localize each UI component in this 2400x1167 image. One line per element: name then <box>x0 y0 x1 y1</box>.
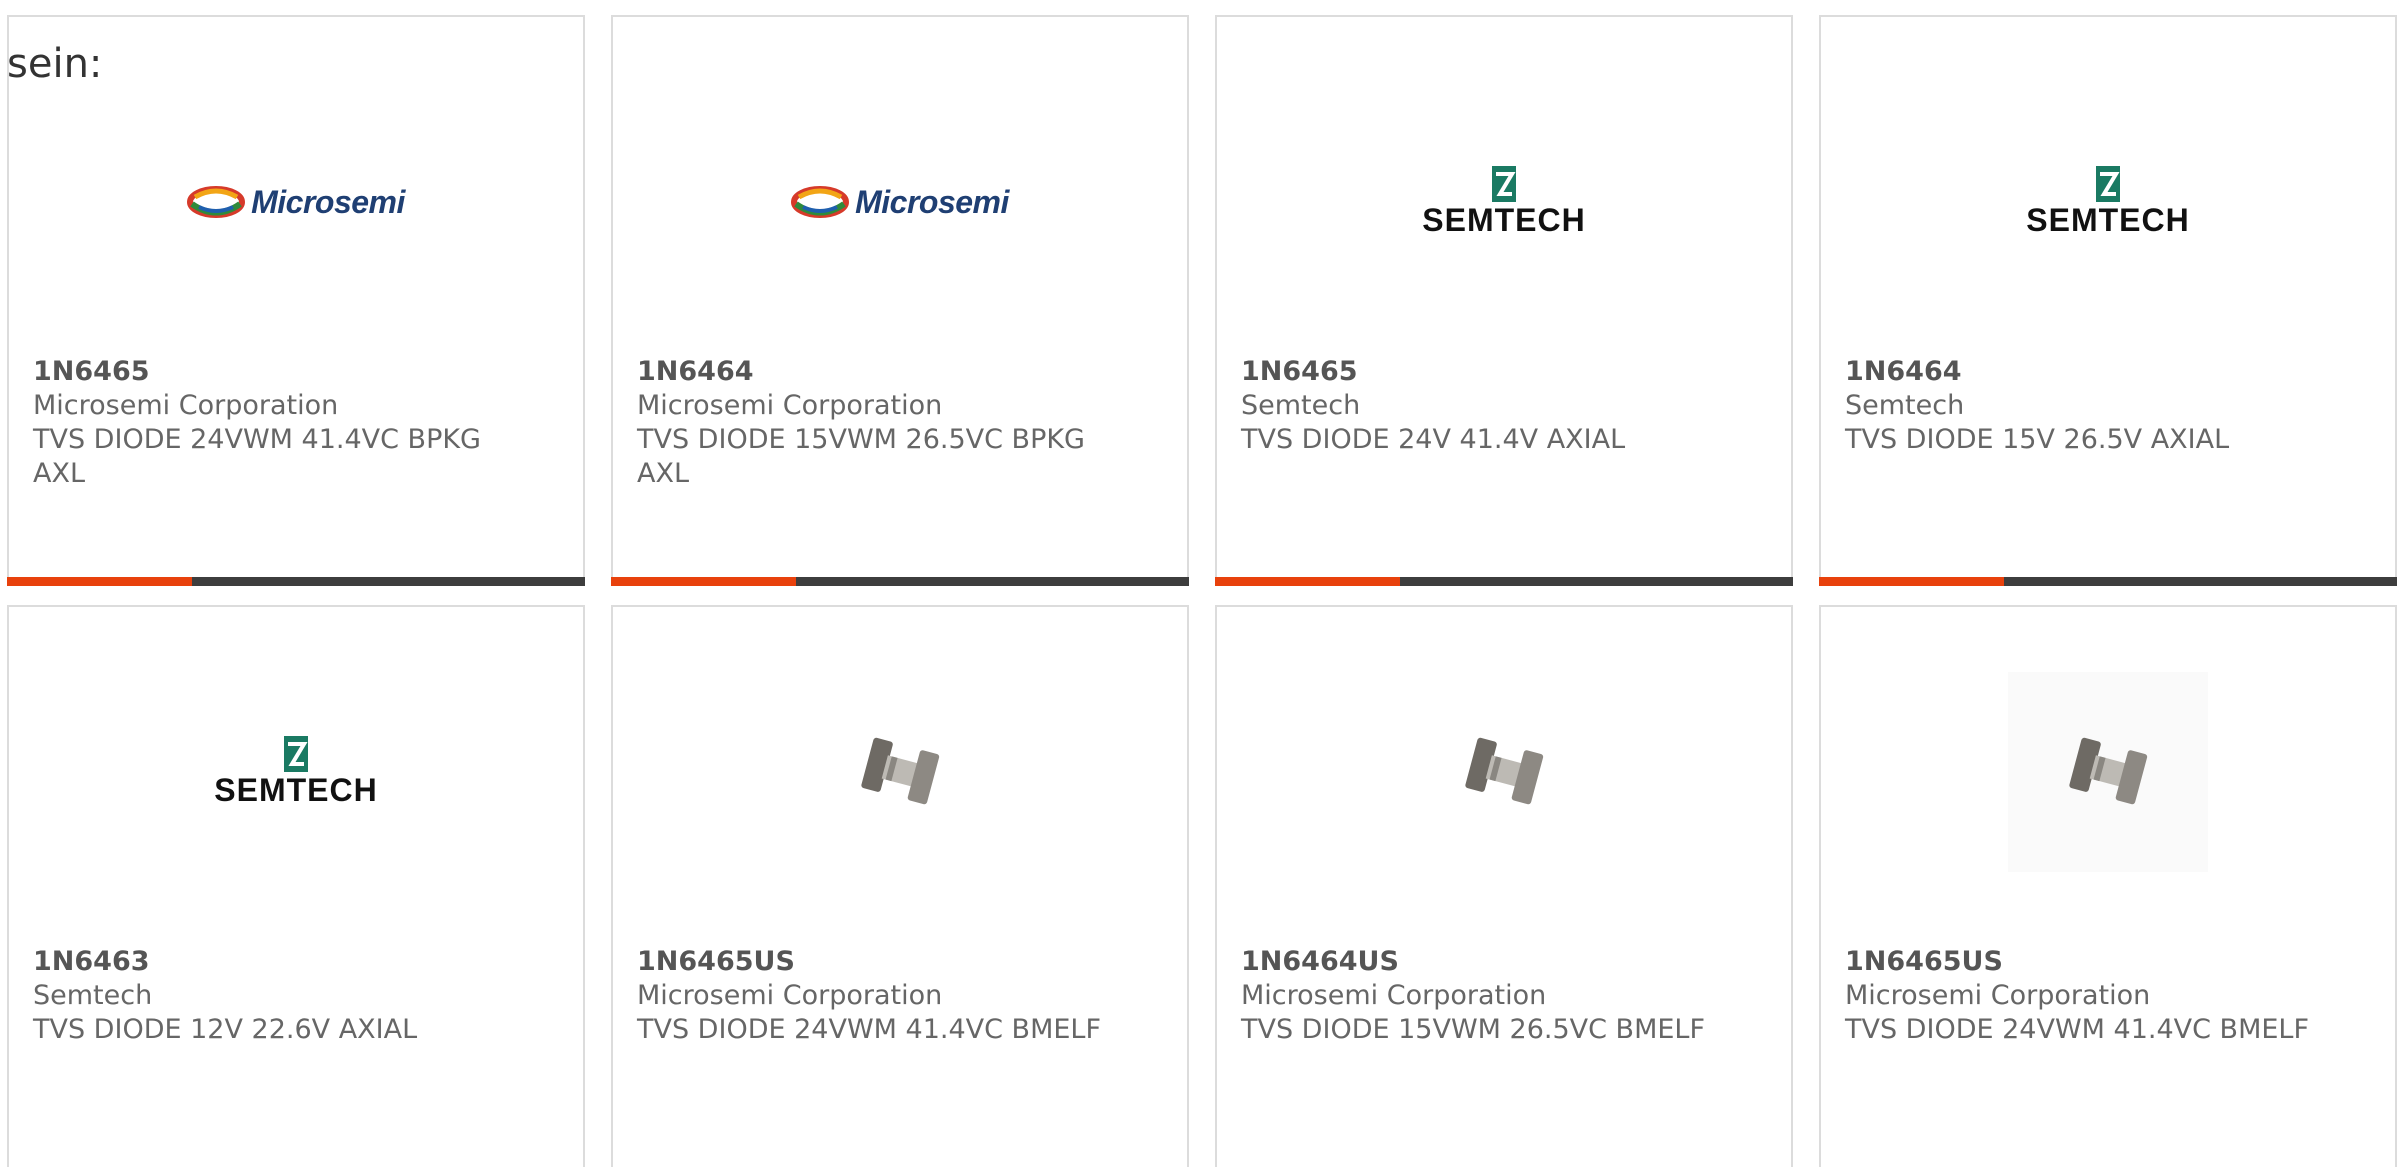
product-card[interactable]: SEMTECH 1N6464 Semtech TVS DIODE 15V 26.… <box>1819 15 2397 586</box>
product-card[interactable]: Microsemi 1N6465 Microsemi Corporation T… <box>7 15 585 586</box>
card-text: 1N6465 Semtech TVS DIODE 24V 41.4V AXIAL <box>1241 355 1731 457</box>
manufacturer: Microsemi Corporation <box>33 390 339 421</box>
product-card[interactable]: SEMTECH 1N6465 Semtech TVS DIODE 24V 41.… <box>1215 15 1793 586</box>
semtech-mark-icon <box>283 735 308 772</box>
product-card[interactable]: 1N6465US Microsemi Corporation TVS DIODE… <box>611 605 1189 1167</box>
part-number-link[interactable]: 1N6465 <box>33 355 523 389</box>
part-number-link[interactable]: 1N6464US <box>1241 945 1731 979</box>
card-text: 1N6463 Semtech TVS DIODE 12V 22.6V AXIAL <box>33 945 523 1047</box>
semtech-logo: SEMTECH <box>214 735 378 809</box>
card-text: 1N6465 Microsemi Corporation TVS DIODE 2… <box>33 355 523 491</box>
manufacturer: Microsemi Corporation <box>637 390 943 421</box>
card-text: 1N6465US Microsemi Corporation TVS DIODE… <box>637 945 1127 1047</box>
product-card[interactable]: 1N6465US Microsemi Corporation TVS DIODE… <box>1819 605 2397 1167</box>
part-number-link[interactable]: 1N6465 <box>1241 355 1731 389</box>
part-number-link[interactable]: 1N6465US <box>1845 945 2335 979</box>
semtech-logo: SEMTECH <box>2026 165 2190 239</box>
product-card[interactable]: 1N6464US Microsemi Corporation TVS DIODE… <box>1215 605 1793 1167</box>
semtech-mark-icon <box>2095 165 2120 202</box>
microsemi-swirl-icon <box>791 186 850 218</box>
logo-text: SEMTECH <box>1422 201 1586 238</box>
microsemi-swirl-icon <box>187 186 246 218</box>
semtech-mark-icon <box>1491 165 1516 202</box>
progress-bar <box>7 577 585 586</box>
diode-icon <box>1465 737 1544 805</box>
intro-text: sein: <box>7 41 103 87</box>
description: TVS DIODE 24V 41.4V AXIAL <box>1241 424 1626 455</box>
product-image: Microsemi <box>613 137 1187 267</box>
page: sein: Microsemi 1N6465 Microsemi Corpora… <box>0 0 2400 1167</box>
description: TVS DIODE 24VWM 41.4VC BMELF <box>1845 1014 2309 1045</box>
logo-text: SEMTECH <box>214 771 378 808</box>
manufacturer: Microsemi Corporation <box>1241 980 1547 1011</box>
logo-text: SEMTECH <box>2026 201 2190 238</box>
description: TVS DIODE 15VWM 26.5VC BPKG AXL <box>637 424 1085 489</box>
product-card[interactable]: Microsemi 1N6464 Microsemi Corporation T… <box>611 15 1189 586</box>
part-number-link[interactable]: 1N6464 <box>1845 355 2335 389</box>
product-image: SEMTECH <box>1821 137 2395 267</box>
description: TVS DIODE 24VWM 41.4VC BMELF <box>637 1014 1101 1045</box>
product-image: SEMTECH <box>9 707 583 837</box>
description: TVS DIODE 12V 22.6V AXIAL <box>33 1014 418 1045</box>
part-number-link[interactable]: 1N6463 <box>33 945 523 979</box>
manufacturer: Semtech <box>1845 390 1965 421</box>
product-image <box>613 707 1187 837</box>
microsemi-logo: Microsemi <box>791 184 1009 221</box>
product-image: Microsemi <box>9 137 583 267</box>
diode-component-image <box>1404 672 1604 872</box>
manufacturer: Microsemi Corporation <box>1845 980 2151 1011</box>
card-text: 1N6464US Microsemi Corporation TVS DIODE… <box>1241 945 1731 1047</box>
semtech-logo: SEMTECH <box>1422 165 1586 239</box>
description: TVS DIODE 24VWM 41.4VC BPKG AXL <box>33 424 481 489</box>
diode-component-image <box>2008 672 2208 872</box>
product-image: SEMTECH <box>1217 137 1791 267</box>
manufacturer: Semtech <box>1241 390 1361 421</box>
product-image <box>1217 707 1791 837</box>
progress-bar-fill <box>1819 577 2004 586</box>
part-number-link[interactable]: 1N6464 <box>637 355 1127 389</box>
diode-icon <box>2069 737 2148 805</box>
progress-bar <box>1215 577 1793 586</box>
manufacturer: Microsemi Corporation <box>637 980 943 1011</box>
description: TVS DIODE 15VWM 26.5VC BMELF <box>1241 1014 1705 1045</box>
progress-bar <box>611 577 1189 586</box>
progress-bar-fill <box>611 577 796 586</box>
progress-bar-fill <box>7 577 192 586</box>
manufacturer: Semtech <box>33 980 153 1011</box>
progress-bar-fill <box>1215 577 1400 586</box>
product-image <box>1821 672 2395 872</box>
logo-text: Microsemi <box>251 183 405 220</box>
diode-component-image <box>800 672 1000 872</box>
microsemi-logo: Microsemi <box>187 184 405 221</box>
card-text: 1N6464 Microsemi Corporation TVS DIODE 1… <box>637 355 1127 491</box>
product-card[interactable]: SEMTECH 1N6463 Semtech TVS DIODE 12V 22.… <box>7 605 585 1167</box>
part-number-link[interactable]: 1N6465US <box>637 945 1127 979</box>
card-text: 1N6465US Microsemi Corporation TVS DIODE… <box>1845 945 2335 1047</box>
card-text: 1N6464 Semtech TVS DIODE 15V 26.5V AXIAL <box>1845 355 2335 457</box>
diode-icon <box>861 737 940 805</box>
logo-text: Microsemi <box>855 183 1009 220</box>
description: TVS DIODE 15V 26.5V AXIAL <box>1845 424 2230 455</box>
progress-bar <box>1819 577 2397 586</box>
